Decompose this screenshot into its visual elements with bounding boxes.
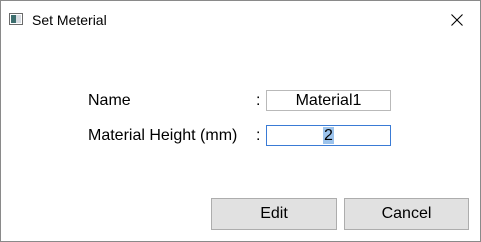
name-label: Name — [88, 92, 131, 109]
cancel-button[interactable]: Cancel — [344, 198, 469, 230]
material-height-colon: : — [256, 127, 261, 144]
window-title: Set Meterial — [32, 12, 107, 28]
title-bar: Set Meterial — [1, 1, 480, 39]
name-input[interactable] — [266, 90, 391, 111]
name-colon: : — [256, 92, 261, 109]
material-height-value: 2 — [324, 127, 333, 144]
material-height-label: Material Height (mm) — [88, 127, 238, 144]
close-button[interactable] — [434, 1, 480, 39]
close-icon — [451, 14, 463, 26]
edit-button[interactable]: Edit — [211, 198, 337, 230]
dialog-window: Set Meterial Name : Material Height (mm)… — [0, 0, 481, 242]
window-app-icon — [9, 13, 23, 25]
